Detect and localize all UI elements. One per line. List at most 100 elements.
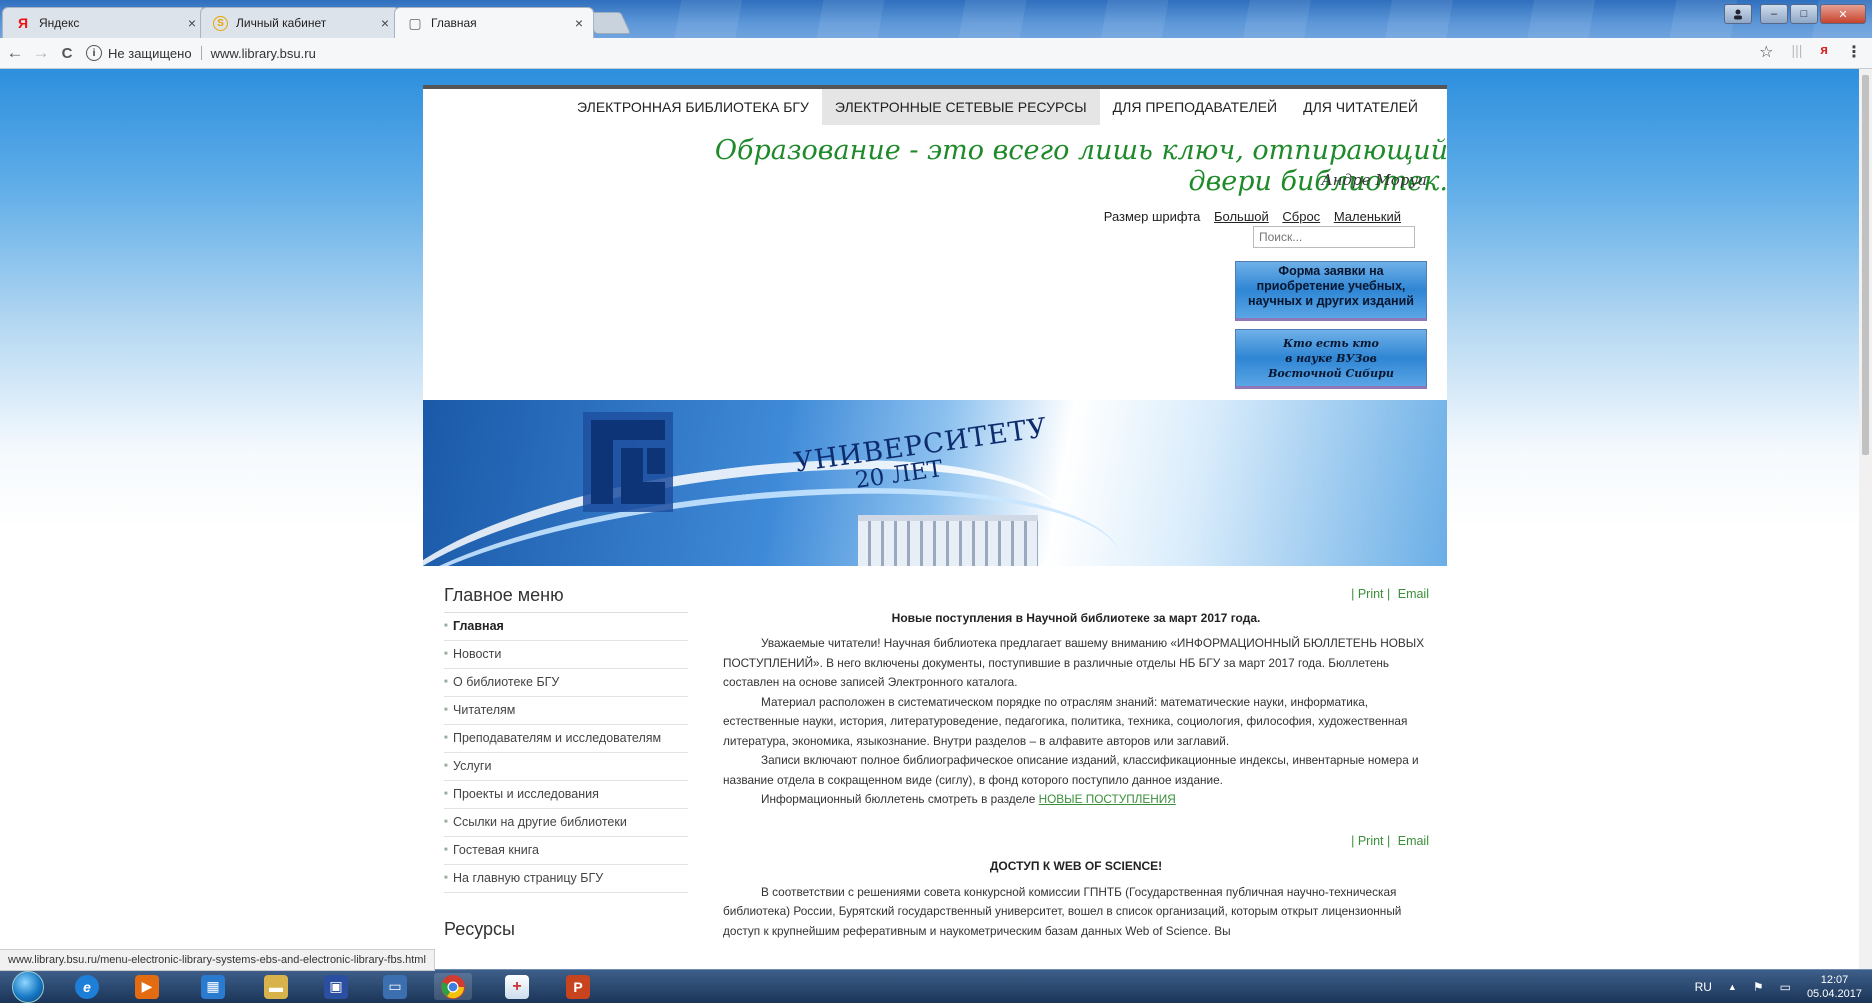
omnibox[interactable]: i Не защищено www.library.bsu.ru — [86, 42, 316, 64]
security-label[interactable]: Не защищено — [108, 46, 192, 61]
tab-personal-account[interactable]: S Личный кабинет × — [200, 7, 400, 38]
forward-icon[interactable]: → — [30, 42, 52, 64]
browser-tab-strip: Я Яндекс × S Личный кабинет × ▢ Главная … — [0, 0, 1872, 38]
maximize-icon[interactable]: □ — [1790, 4, 1818, 24]
article-paragraph: Уважаемые читатели! Научная библиотека п… — [723, 636, 1425, 689]
window-controls: – □ ✕ — [1724, 4, 1866, 24]
minimize-icon[interactable]: – — [1760, 4, 1788, 24]
consultant-plus-icon[interactable]: + — [498, 973, 536, 1000]
ie-icon[interactable]: e — [68, 973, 106, 1000]
tab-main-page[interactable]: ▢ Главная × — [394, 7, 594, 38]
page-viewport: ЭЛЕКТРОННАЯ БИБЛИОТЕКА БГУ ЭЛЕКТРОННЫЕ С… — [0, 69, 1872, 969]
menu-item-projects[interactable]: Проекты и исследования — [444, 781, 688, 809]
bsu-logo-icon — [583, 412, 673, 512]
action-center-flag-icon[interactable]: ⚑ — [1753, 980, 1764, 994]
save-disk-icon[interactable]: ▣ — [317, 973, 355, 1000]
top-navigation: ЭЛЕКТРОННАЯ БИБЛИОТЕКА БГУ ЭЛЕКТРОННЫЕ С… — [423, 89, 1447, 125]
email-link[interactable]: Email — [1398, 587, 1429, 601]
chrome-icon[interactable] — [434, 973, 472, 1000]
info-icon[interactable]: i — [86, 45, 102, 61]
clock-date: 05.04.2017 — [1806, 987, 1862, 1000]
media-player-icon[interactable]: ▶ — [128, 973, 166, 1000]
close-tab-icon[interactable]: × — [188, 15, 196, 31]
font-size-large-link[interactable]: Большой — [1214, 209, 1269, 224]
windows-taskbar: e ▶ ▦ ▬ ▣ ▭ + P RU ▲ ⚑ ▭ 12:07 05.04.201… — [0, 969, 1872, 1003]
bulletin-text: Информационный бюллетень смотреть в разд… — [761, 792, 1036, 806]
divider — [200, 46, 202, 60]
tray-expand-icon[interactable]: ▲ — [1728, 982, 1737, 992]
nav-for-readers[interactable]: ДЛЯ ЧИТАТЕЛЕЙ — [1290, 89, 1431, 125]
powerpoint-icon[interactable]: P — [559, 973, 597, 1000]
article-actions: | Print | Email — [723, 585, 1429, 605]
scrollbar-thumb[interactable] — [1862, 75, 1869, 455]
url-text[interactable]: www.library.bsu.ru — [211, 46, 316, 61]
bookmark-star-icon[interactable]: ☆ — [1759, 42, 1773, 62]
profile-icon[interactable] — [1724, 4, 1752, 24]
language-indicator[interactable]: RU — [1695, 980, 1712, 994]
menu-item-news[interactable]: Новости — [444, 641, 688, 669]
font-size-small-link[interactable]: Маленький — [1334, 209, 1401, 224]
who-button-line: Кто есть кто — [1283, 337, 1379, 350]
article-paragraph: В соответствии с решениями совета конкур… — [723, 884, 1402, 938]
font-size-reset-link[interactable]: Сброс — [1282, 209, 1320, 224]
menu-item-home[interactable]: Главная — [444, 613, 688, 641]
network-icon[interactable]: ▭ — [1780, 980, 1791, 994]
yandex-favicon-icon: Я — [17, 15, 29, 31]
font-size-label: Размер шрифта — [1103, 209, 1201, 224]
menu-item-about[interactable]: О библиотеке БГУ — [444, 669, 688, 697]
tab-title: Яндекс — [39, 16, 80, 30]
menu-dots-icon[interactable]: ⋮ — [1846, 42, 1862, 62]
clock[interactable]: 12:07 05.04.2017 — [1807, 973, 1862, 1001]
menu-item-guestbook[interactable]: Гостевая книга — [444, 837, 688, 865]
toolbar-actions: ☆ ||| я ⋮ — [1759, 42, 1862, 62]
close-tab-icon[interactable]: × — [575, 15, 583, 31]
close-window-icon[interactable]: ✕ — [1820, 4, 1866, 24]
tab-yandex[interactable]: Я Яндекс × — [2, 7, 207, 38]
print-link[interactable]: | Print | — [1351, 587, 1390, 601]
university-building-image — [858, 515, 1038, 566]
left-sidebar: Главное меню Главная Новости О библиотек… — [444, 585, 688, 940]
page-scrollbar[interactable] — [1859, 69, 1872, 969]
yandex-extension-icon[interactable]: я — [1820, 42, 1828, 62]
article-title: ДОСТУП К WEB OF SCIENCE! — [989, 859, 1163, 873]
apps-grid-icon[interactable]: ▦ — [194, 973, 232, 1000]
remote-desktop-icon[interactable]: ▭ — [376, 973, 414, 1000]
menu-item-services[interactable]: Услуги — [444, 753, 688, 781]
menu-item-links[interactable]: Ссылки на другие библиотеки — [444, 809, 688, 837]
font-size-switcher: Размер шрифта Большой Сброс Маленький — [1104, 209, 1401, 224]
article-actions: | Print | Email — [723, 832, 1429, 852]
main-content: | Print | Email Новые поступления в Науч… — [723, 585, 1429, 941]
anniversary-banner: УНИВЕРСИТЕТУ 20 ЛЕТ — [423, 400, 1447, 566]
nav-for-teachers[interactable]: ДЛЯ ПРЕПОДАВАТЕЛЕЙ — [1100, 89, 1290, 125]
menu-item-teachers[interactable]: Преподавателям и исследователям — [444, 725, 688, 753]
nav-electronic-library[interactable]: ЭЛЕКТРОННАЯ БИБЛИОТЕКА БГУ — [564, 89, 822, 125]
article-paragraph: Информационный бюллетень смотреть в разд… — [723, 790, 1429, 810]
email-link[interactable]: Email — [1398, 834, 1429, 848]
system-tray: RU ▲ ⚑ ▭ 12:07 05.04.2017 — [1695, 970, 1862, 1003]
main-menu: Главная Новости О библиотеке БГУ Читател… — [444, 613, 688, 893]
purchase-request-form-button[interactable]: Форма заявки на приобретение учебных, на… — [1235, 261, 1427, 321]
menu-item-readers[interactable]: Читателям — [444, 697, 688, 725]
article-title: Новые поступления в Научной библиотеке з… — [891, 610, 1261, 625]
who-is-who-button[interactable]: Кто есть кто в науке ВУЗов Восточной Сиб… — [1235, 329, 1427, 389]
extension-icon[interactable]: ||| — [1791, 42, 1802, 62]
menu-item-bsu-home[interactable]: На главную страницу БГУ — [444, 865, 688, 893]
personal-account-favicon-icon: S — [213, 15, 228, 31]
start-button[interactable] — [5, 970, 51, 1003]
resources-title: Ресурсы — [444, 919, 515, 939]
search-input[interactable] — [1253, 226, 1415, 248]
article-paragraph: Записи включают полное библиографическое… — [723, 753, 1419, 787]
reload-icon[interactable]: C — [56, 42, 78, 64]
print-link[interactable]: | Print | — [1351, 834, 1390, 848]
close-tab-icon[interactable]: × — [381, 15, 389, 31]
back-icon[interactable]: ← — [4, 42, 26, 64]
new-arrivals-link[interactable]: НОВЫЕ ПОСТУПЛЕНИЯ — [1039, 792, 1176, 806]
nav-network-resources[interactable]: ЭЛЕКТРОННЫЕ СЕТЕВЫЕ РЕСУРСЫ — [821, 89, 1100, 125]
motto-author: Андре Моруа — [1321, 171, 1427, 189]
article-paragraph: Материал расположен в систематическом по… — [723, 694, 1408, 748]
who-button-line: Восточной Сибири — [1268, 367, 1394, 380]
tab-title: Личный кабинет — [236, 16, 327, 30]
address-toolbar: ← → C i Не защищено www.library.bsu.ru ☆… — [0, 38, 1872, 69]
main-menu-title: Главное меню — [444, 585, 688, 613]
file-explorer-icon[interactable]: ▬ — [257, 973, 295, 1000]
